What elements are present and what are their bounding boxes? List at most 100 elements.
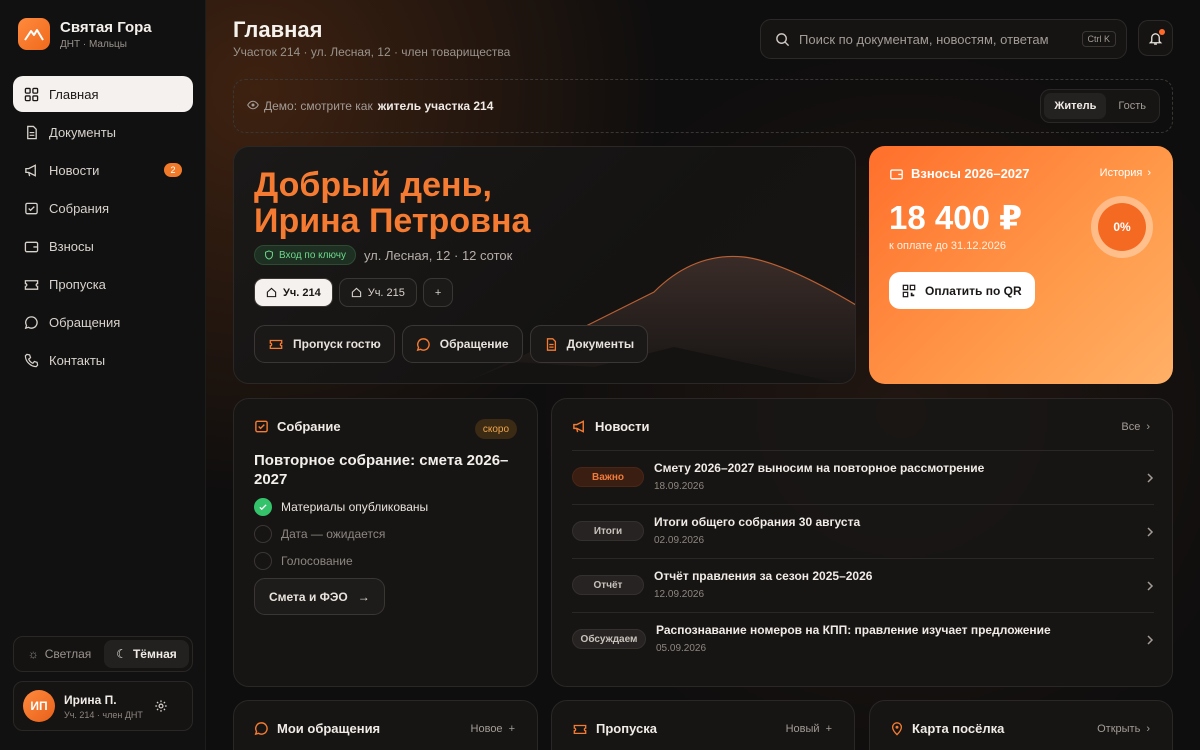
nav-item-passes[interactable]: Пропуска	[13, 266, 193, 302]
appeal-button[interactable]: Обращение	[401, 325, 523, 363]
soon-badge: скоро	[474, 419, 517, 439]
map-card: Карта посёлка Открыть ›	[869, 700, 1173, 750]
chevron-right-icon	[1146, 579, 1154, 597]
nav-item-home[interactable]: Главная	[13, 76, 193, 112]
news-item[interactable]: Важно Смету 2026–2027 выносим на повторн…	[572, 450, 1154, 504]
ticket-icon	[269, 339, 283, 350]
new-appeal-link[interactable]: Новое +	[471, 723, 515, 735]
meeting-step: Голосование	[254, 547, 428, 574]
nav-item-meetings[interactable]: Собрания	[13, 190, 193, 226]
theme-light-label: Светлая	[44, 647, 92, 661]
role-resident-button[interactable]: Житель	[1044, 93, 1107, 119]
meeting-step-label: Материалы опубликованы	[281, 499, 429, 514]
add-plot-button[interactable]: +	[422, 278, 454, 307]
phone-icon	[24, 353, 39, 367]
appeals-header: Мои обращения	[254, 721, 380, 736]
chevron-right-icon	[1146, 633, 1154, 651]
news-tag: Отчёт	[572, 575, 644, 595]
meeting-step: Материалы опубликованы	[254, 493, 428, 520]
news-item-title: Итоги общего собрания 30 августа	[654, 515, 861, 529]
news-list: Важно Смету 2026–2027 выносим на повторн…	[572, 450, 1154, 666]
wallet-icon	[890, 168, 903, 179]
plot-label: Уч. 214	[283, 286, 321, 299]
news-all-link[interactable]: Все ›	[1121, 421, 1150, 433]
plot-switcher: Уч. 214 Уч. 215 +	[254, 278, 454, 307]
hero-address: ул. Лесная, 12 · 12 соток	[363, 247, 513, 263]
sidebar: Святая Гора ДНТ · Мальцы Главная Докумен…	[0, 0, 206, 750]
passes-card: Пропуска Новый +	[551, 700, 855, 750]
plus-icon: +	[508, 723, 515, 735]
news-item[interactable]: Итоги Итоги общего собрания 30 августа 0…	[572, 504, 1154, 558]
news-item-date: 18.09.2026	[654, 481, 705, 492]
fees-title: Взносы 2026–2027	[889, 166, 1030, 181]
main-content: Главная Участок 214 · ул. Лесная, 12 · ч…	[206, 0, 1200, 750]
user-subtitle: Уч. 214 · член ДНТ	[64, 709, 143, 720]
nav-label: Контакты	[49, 352, 106, 368]
check-icon	[254, 497, 272, 516]
fees-history-link[interactable]: История ›	[1100, 167, 1151, 179]
meeting-headline: Повторное собрание: смета 2026–2027	[254, 452, 509, 488]
plot-tab-215[interactable]: Уч. 215	[338, 278, 417, 307]
chevron-right-icon: ›	[1146, 723, 1150, 735]
nav-item-fees[interactable]: Взносы	[13, 228, 193, 264]
passes-title: Пропуска	[596, 721, 657, 736]
open-map-link[interactable]: Открыть ›	[1097, 723, 1150, 735]
ticket-icon	[573, 724, 587, 734]
gear-icon[interactable]	[154, 699, 168, 718]
documents-button[interactable]: Документы	[529, 325, 649, 363]
nav-item-contacts[interactable]: Контакты	[13, 342, 193, 378]
budget-button[interactable]: Смета и ФЭО →	[254, 578, 385, 615]
action-label: Документы	[566, 337, 635, 351]
guest-pass-button[interactable]: Пропуск гостю	[254, 325, 395, 363]
brand-subtitle: ДНТ · Мальцы	[60, 38, 127, 50]
nav-item-appeals[interactable]: Обращения	[13, 304, 193, 340]
wallet-icon	[24, 241, 39, 252]
theme-light-button[interactable]: ☼ Светлая	[17, 640, 102, 668]
sun-icon: ☼	[27, 647, 39, 661]
page-title: Главная	[233, 17, 323, 42]
user-card[interactable]: ИП Ирина П. Уч. 214 · член ДНТ	[13, 681, 193, 731]
nav-label: Взносы	[49, 238, 94, 254]
role-guest-button[interactable]: Гость	[1108, 93, 1156, 119]
brand[interactable]: Святая Гора ДНТ · Мальцы	[18, 18, 152, 50]
chevron-right-icon: ›	[1146, 421, 1150, 433]
demo-bar: Демо: смотрите как житель участка 214 Жи…	[233, 79, 1173, 133]
map-title: Карта посёлка	[912, 721, 1005, 736]
news-item-date: 05.09.2026	[656, 643, 707, 654]
passes-header: Пропуска	[572, 721, 657, 736]
plot-tab-214[interactable]: Уч. 214	[254, 278, 333, 307]
news-item[interactable]: Отчёт Отчёт правления за сезон 2025–2026…	[572, 558, 1154, 612]
appeals-title: Мои обращения	[277, 721, 381, 736]
grid-icon	[24, 87, 39, 101]
news-card: Новости Все › Важно Смету 2026–2027 выно…	[551, 398, 1173, 687]
brand-name: Святая Гора	[60, 18, 152, 36]
budget-button-label: Смета и ФЭО	[269, 589, 348, 604]
nav-label: Собрания	[49, 200, 110, 216]
pay-qr-button[interactable]: Оплатить по QR	[889, 272, 1035, 309]
meeting-steps: Материалы опубликованы Дата — ожидается …	[254, 493, 428, 574]
fees-history-label: История	[1099, 167, 1143, 179]
theme-switch: ☼ Светлая ☾ Тёмная	[13, 636, 193, 672]
theme-dark-button[interactable]: ☾ Тёмная	[104, 640, 189, 668]
welcome-card: Добрый день, Ирина Петровна Вход по ключ…	[233, 146, 856, 384]
new-appeal-label: Новое	[470, 723, 503, 735]
chevron-right-icon: ›	[1147, 167, 1151, 179]
house-icon	[351, 287, 361, 298]
news-tag: Важно	[572, 467, 644, 487]
key-login-badge: Вход по ключу	[254, 245, 356, 265]
search-input[interactable]: Поиск по документам, новостям, ответам C…	[760, 19, 1127, 59]
news-item[interactable]: Обсуждаем Распознавание номеров на КПП: …	[572, 612, 1154, 666]
new-pass-link[interactable]: Новый +	[786, 723, 832, 735]
ballot-icon	[25, 202, 38, 214]
document-icon	[27, 125, 37, 139]
nav-label: Обращения	[49, 314, 121, 330]
nav-item-news[interactable]: Новости 2	[13, 152, 193, 188]
notifications-button[interactable]	[1138, 20, 1173, 56]
news-item-title: Распознавание номеров на КПП: правление …	[656, 623, 1051, 637]
news-header: Новости	[572, 419, 650, 434]
nav-item-documents[interactable]: Документы	[13, 114, 193, 150]
meeting-header: Собрание	[254, 419, 341, 434]
appeals-card: Мои обращения Новое +	[233, 700, 538, 750]
meeting-step-label: Дата — ожидается	[281, 526, 386, 541]
news-title: Новости	[595, 419, 650, 434]
